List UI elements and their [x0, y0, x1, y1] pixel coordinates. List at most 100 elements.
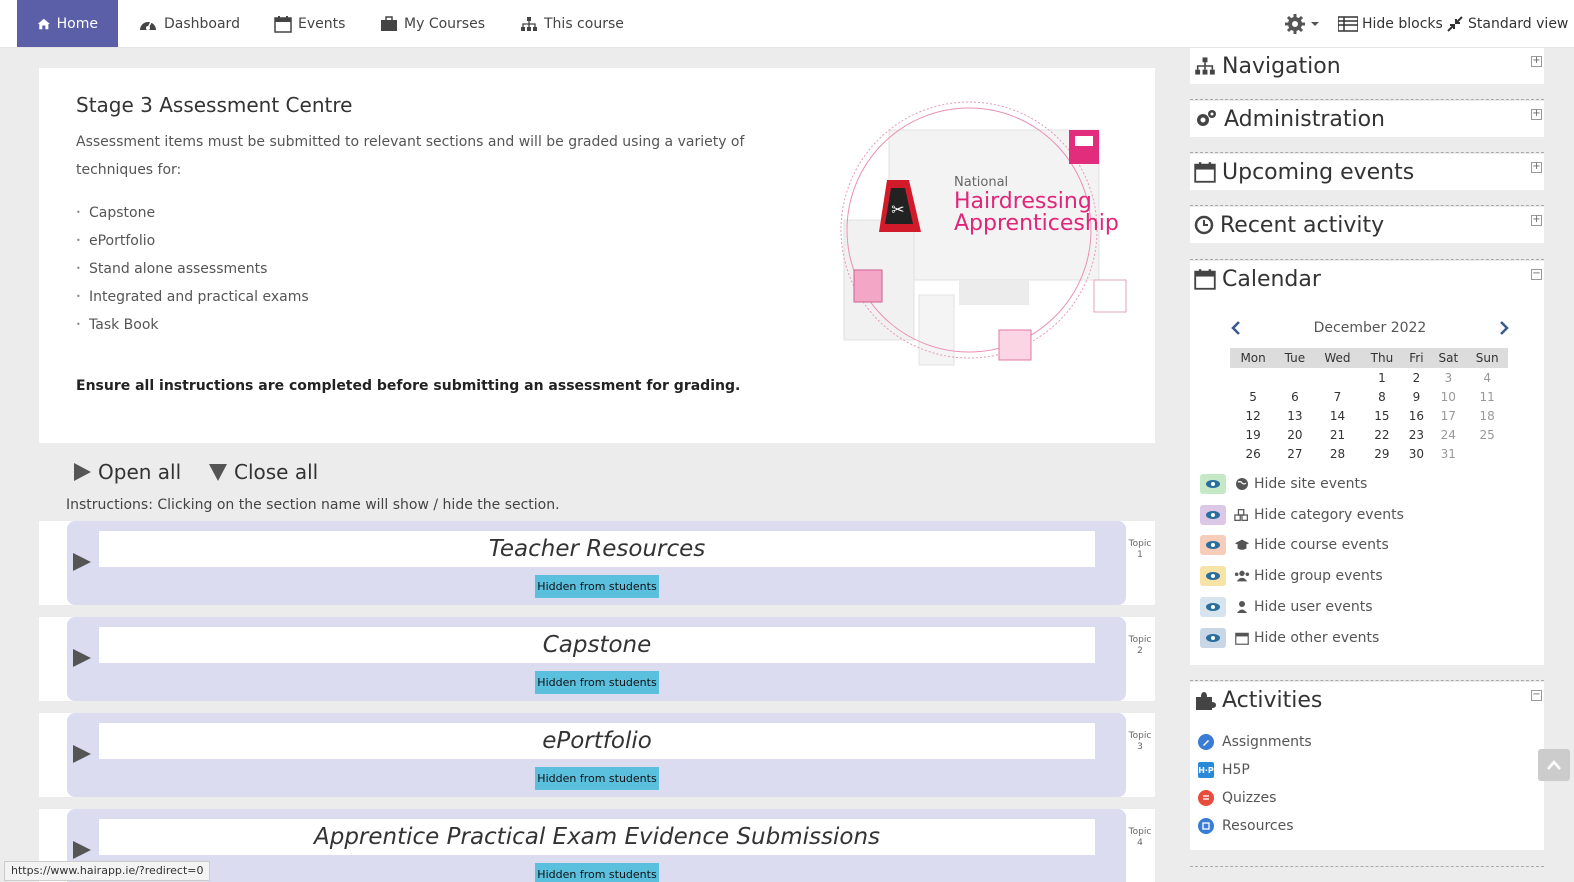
- dashboard-icon: [140, 21, 156, 30]
- hide-category-events-label: Hide category events: [1254, 507, 1404, 523]
- collapse-icon[interactable]: −: [1531, 690, 1542, 701]
- activity-quizzes-link[interactable]: Quizzes: [1198, 788, 1276, 808]
- calendar-day[interactable]: 16: [1402, 406, 1430, 425]
- hide-site-events-label: Hide site events: [1254, 476, 1368, 492]
- administration-block-header[interactable]: Administration +: [1190, 101, 1544, 137]
- expand-icon[interactable]: +: [1531, 162, 1542, 173]
- calendar-day[interactable]: 23: [1402, 425, 1430, 444]
- hide-group-events-link[interactable]: Hide group events: [1200, 565, 1383, 587]
- activity-h5p-link[interactable]: H·P H5P: [1198, 760, 1250, 780]
- calendar-day[interactable]: 30: [1402, 444, 1430, 463]
- hidden-badge: Hidden from students: [535, 575, 659, 598]
- calendar-day[interactable]: 11: [1466, 387, 1508, 406]
- calendar-day[interactable]: 6: [1276, 387, 1313, 406]
- calendar-day[interactable]: 27: [1276, 444, 1313, 463]
- calendar-day[interactable]: 19: [1230, 425, 1276, 444]
- nav-dashboard[interactable]: Dashboard: [138, 0, 240, 47]
- calendar-day[interactable]: 15: [1361, 406, 1402, 425]
- calendar-block-header[interactable]: Calendar −: [1190, 261, 1544, 297]
- section-teacher-resources[interactable]: Teacher Resources Hidden from students: [67, 521, 1126, 605]
- open-all-button[interactable]: Open all: [72, 460, 181, 484]
- topic-section: Teacher Resources Hidden from students T…: [39, 521, 1155, 605]
- section-title[interactable]: Capstone: [99, 627, 1095, 663]
- nav-my-courses[interactable]: My Courses: [380, 0, 485, 47]
- list-item: ePortfolio: [76, 227, 309, 255]
- calendar-grid: Mon Tue Wed Thu Fri Sat Sun 1 2 3 4 5 6 …: [1230, 348, 1508, 463]
- expand-icon[interactable]: +: [1531, 56, 1542, 67]
- calendar-day[interactable]: 13: [1276, 406, 1313, 425]
- hide-site-events-link[interactable]: Hide site events: [1200, 473, 1367, 495]
- hide-category-events-link[interactable]: Hide category events: [1200, 504, 1404, 526]
- chevron-left-icon[interactable]: [1230, 321, 1242, 335]
- svg-text:✂: ✂: [891, 200, 904, 219]
- activity-resources-link[interactable]: Resources: [1198, 816, 1294, 836]
- section-practical-exam[interactable]: Apprentice Practical Exam Evidence Submi…: [67, 809, 1126, 882]
- chevron-right-icon[interactable]: [1498, 321, 1510, 335]
- list-item: Stand alone assessments: [76, 255, 309, 283]
- section-title[interactable]: ePortfolio: [99, 723, 1095, 759]
- calendar-day[interactable]: 29: [1361, 444, 1402, 463]
- hide-course-events-link[interactable]: Hide course events: [1200, 534, 1389, 556]
- calendar-day[interactable]: 20: [1276, 425, 1313, 444]
- calendar-day[interactable]: 18: [1466, 406, 1508, 425]
- expand-icon[interactable]: +: [1531, 215, 1542, 226]
- close-all-button[interactable]: Close all: [208, 460, 318, 484]
- calendar-month-label[interactable]: December 2022: [1314, 320, 1427, 336]
- activity-label: Resources: [1222, 818, 1294, 834]
- expand-icon[interactable]: +: [1531, 109, 1542, 120]
- assignment-icon: [1198, 734, 1214, 750]
- nav-events[interactable]: Events: [274, 0, 345, 47]
- activities-title: Activities: [1222, 687, 1323, 713]
- calendar-day: [1230, 368, 1276, 387]
- cubes-icon: [1234, 507, 1250, 523]
- section-eportfolio[interactable]: ePortfolio Hidden from students: [67, 713, 1126, 797]
- calendar-day[interactable]: 24: [1430, 425, 1466, 444]
- calendar-day[interactable]: 26: [1230, 444, 1276, 463]
- calendar-day[interactable]: 10: [1430, 387, 1466, 406]
- topic-section: Capstone Hidden from students Topic 2: [39, 617, 1155, 701]
- nav-home[interactable]: Home: [17, 0, 118, 47]
- calendar-day[interactable]: 14: [1314, 406, 1362, 425]
- hide-user-events-link[interactable]: Hide user events: [1200, 596, 1373, 618]
- calendar-day[interactable]: 4: [1466, 368, 1508, 387]
- navigation-block: Navigation +: [1190, 48, 1544, 84]
- calendar-day[interactable]: 17: [1430, 406, 1466, 425]
- activities-block-header[interactable]: Activities −: [1190, 682, 1544, 718]
- hide-blocks-button[interactable]: Hide blocks: [1338, 0, 1443, 47]
- divider: [1190, 866, 1544, 867]
- weekday-header: Mon: [1230, 348, 1277, 368]
- hide-other-events-link[interactable]: Hide other events: [1200, 627, 1379, 649]
- standard-view-button[interactable]: Standard view: [1446, 0, 1568, 47]
- calendar-day[interactable]: 31: [1430, 444, 1466, 463]
- section-title[interactable]: Teacher Resources: [99, 531, 1095, 567]
- settings-menu[interactable]: [1284, 0, 1320, 47]
- activity-assignments-link[interactable]: Assignments: [1198, 732, 1312, 752]
- calendar-day[interactable]: 3: [1430, 368, 1466, 387]
- calendar-day[interactable]: 8: [1361, 387, 1402, 406]
- h5p-icon: H·P: [1198, 762, 1214, 778]
- calendar-day[interactable]: 28: [1314, 444, 1362, 463]
- gear-icon: [1285, 13, 1305, 34]
- section-title[interactable]: Apprentice Practical Exam Evidence Submi…: [99, 819, 1095, 855]
- section-capstone[interactable]: Capstone Hidden from students: [67, 617, 1126, 701]
- nav-this-course[interactable]: This course: [520, 0, 624, 47]
- calendar-day[interactable]: 1: [1361, 368, 1402, 387]
- calendar-day[interactable]: 9: [1402, 387, 1430, 406]
- navigation-block-header[interactable]: Navigation +: [1190, 48, 1544, 84]
- calendar-day[interactable]: 21: [1314, 425, 1362, 444]
- calendar-day[interactable]: 22: [1361, 425, 1402, 444]
- browser-status-url: https://www.hairapp.ie/?redirect=0: [4, 861, 211, 881]
- hide-course-events-label: Hide course events: [1254, 537, 1389, 553]
- scroll-to-top-button[interactable]: [1538, 749, 1570, 781]
- calendar-day[interactable]: 25: [1466, 425, 1508, 444]
- upcoming-events-block-header[interactable]: Upcoming events +: [1190, 154, 1544, 190]
- standard-view-label: Standard view: [1468, 15, 1569, 32]
- eye-icon: [1200, 505, 1226, 525]
- calendar-day[interactable]: 12: [1230, 406, 1276, 425]
- recent-activity-block-header[interactable]: Recent activity +: [1190, 207, 1544, 243]
- calendar-day[interactable]: 5: [1230, 387, 1276, 406]
- calendar-day[interactable]: 7: [1314, 387, 1362, 406]
- collapse-icon[interactable]: −: [1531, 269, 1542, 280]
- grading-note: Ensure all instructions are completed be…: [76, 378, 741, 394]
- calendar-day[interactable]: 2: [1402, 368, 1430, 387]
